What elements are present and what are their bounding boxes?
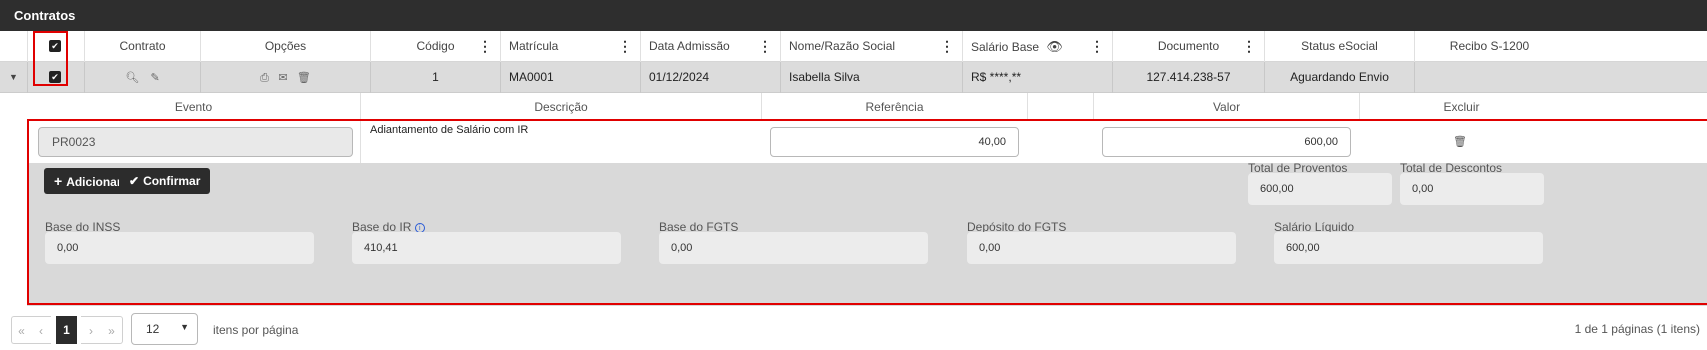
documento-menu-icon[interactable]: ⋮ xyxy=(1242,31,1256,62)
col-contrato[interactable]: Contrato xyxy=(84,31,200,62)
row-opcoes: ⎙ ✉ 🗑 xyxy=(200,62,370,93)
page-button-current[interactable]: 1 xyxy=(56,316,77,344)
checkbox-highlight xyxy=(33,31,68,86)
col-nome[interactable]: Nome/Razão Social ⋮ xyxy=(780,31,962,62)
row-documento: 127.414.238-57 xyxy=(1112,62,1264,93)
table-row[interactable]: ▼ ✔ 🔍︎ ✎ ⎙ ✉ 🗑 1 MA0001 01/12/2024 Isabe… xyxy=(0,62,1707,93)
detail-col-evento: Evento xyxy=(174,100,213,114)
collapse-row-icon[interactable]: ▼ xyxy=(0,62,27,93)
row-salario-base-text: R$ ****,** xyxy=(971,70,1022,84)
col-salario-base[interactable]: Salário Base 👁 ⋮ xyxy=(962,31,1112,62)
matricula-menu-icon[interactable]: ⋮ xyxy=(618,31,632,62)
col-documento[interactable]: Documento ⋮ xyxy=(1112,31,1264,62)
col-nome-label: Nome/Razão Social xyxy=(789,39,896,53)
col-codigo[interactable]: Código ⋮ xyxy=(370,31,500,62)
row-nome-text: Isabella Silva xyxy=(789,70,860,84)
mail-icon[interactable]: ✉ xyxy=(278,72,287,84)
row-recibo xyxy=(1414,62,1564,93)
row-data-admissao-text: 01/12/2024 xyxy=(649,70,710,84)
col-matricula-label: Matrícula xyxy=(509,39,559,53)
row-status-esocial: Aguardando Envio xyxy=(1264,62,1414,93)
first-page-button[interactable]: « xyxy=(11,316,31,344)
detail-col-referencia: Referência xyxy=(761,93,1027,121)
chevron-down-icon: ▼ xyxy=(180,322,189,332)
row-codigo: 1 xyxy=(370,62,500,93)
search-icon[interactable]: 🔍︎ xyxy=(125,72,139,84)
codigo-menu-icon[interactable]: ⋮ xyxy=(478,31,492,62)
detail-col-excluir: Excluir xyxy=(1359,93,1563,121)
print-icon[interactable]: ⎙ xyxy=(260,72,269,84)
detail-highlight xyxy=(27,119,1707,305)
panel-title: Contratos xyxy=(0,0,1707,31)
detail-col-valor: Valor xyxy=(1093,93,1359,121)
nome-menu-icon[interactable]: ⋮ xyxy=(940,31,954,62)
eye-icon[interactable]: 👁 xyxy=(1046,39,1063,54)
next-page-button[interactable]: › xyxy=(81,316,101,344)
detail-col-descricao: Descrição xyxy=(360,93,761,121)
col-salario-base-label: Salário Base xyxy=(971,40,1040,54)
row-contrato-actions: 🔍︎ ✎ xyxy=(84,62,200,93)
col-codigo-label: Código xyxy=(416,39,455,53)
row-matricula-text: MA0001 xyxy=(509,70,554,84)
row-data-admissao: 01/12/2024 xyxy=(640,62,780,93)
page-size-value: 12 xyxy=(146,322,160,336)
salario-base-menu-icon[interactable]: ⋮ xyxy=(1090,31,1104,62)
detail-col-blank xyxy=(1027,93,1093,121)
row-matricula: MA0001 xyxy=(500,62,640,93)
edit-document-icon[interactable]: ✎ xyxy=(151,72,160,84)
prev-page-button[interactable]: ‹ xyxy=(31,316,51,344)
col-data-admissao[interactable]: Data Admissão ⋮ xyxy=(640,31,780,62)
pagination-summary: 1 de 1 páginas (1 itens) xyxy=(1574,322,1700,336)
row-salario-base: R$ ****,** xyxy=(962,62,1112,93)
trash-icon[interactable]: 🗑 xyxy=(297,72,311,84)
row-nome: Isabella Silva xyxy=(780,62,962,93)
table-header: ✔ Contrato Opções Código ⋮ Matrícula ⋮ D… xyxy=(0,31,1707,62)
col-status-esocial[interactable]: Status eSocial xyxy=(1264,31,1414,62)
page-size-select[interactable]: 12 ▼ xyxy=(131,313,198,345)
col-data-admissao-label: Data Admissão xyxy=(649,39,730,53)
last-page-button[interactable]: » xyxy=(101,316,123,344)
col-opcoes[interactable]: Opções xyxy=(200,31,370,62)
data-admissao-menu-icon[interactable]: ⋮ xyxy=(758,31,772,62)
col-recibo[interactable]: Recibo S-1200 xyxy=(1414,31,1564,62)
col-documento-label: Documento xyxy=(1157,39,1220,53)
detail-header: Evento Descrição Referência Valor Exclui… xyxy=(27,93,1707,121)
col-matricula[interactable]: Matrícula ⋮ xyxy=(500,31,640,62)
per-page-label: itens por página xyxy=(213,323,299,337)
